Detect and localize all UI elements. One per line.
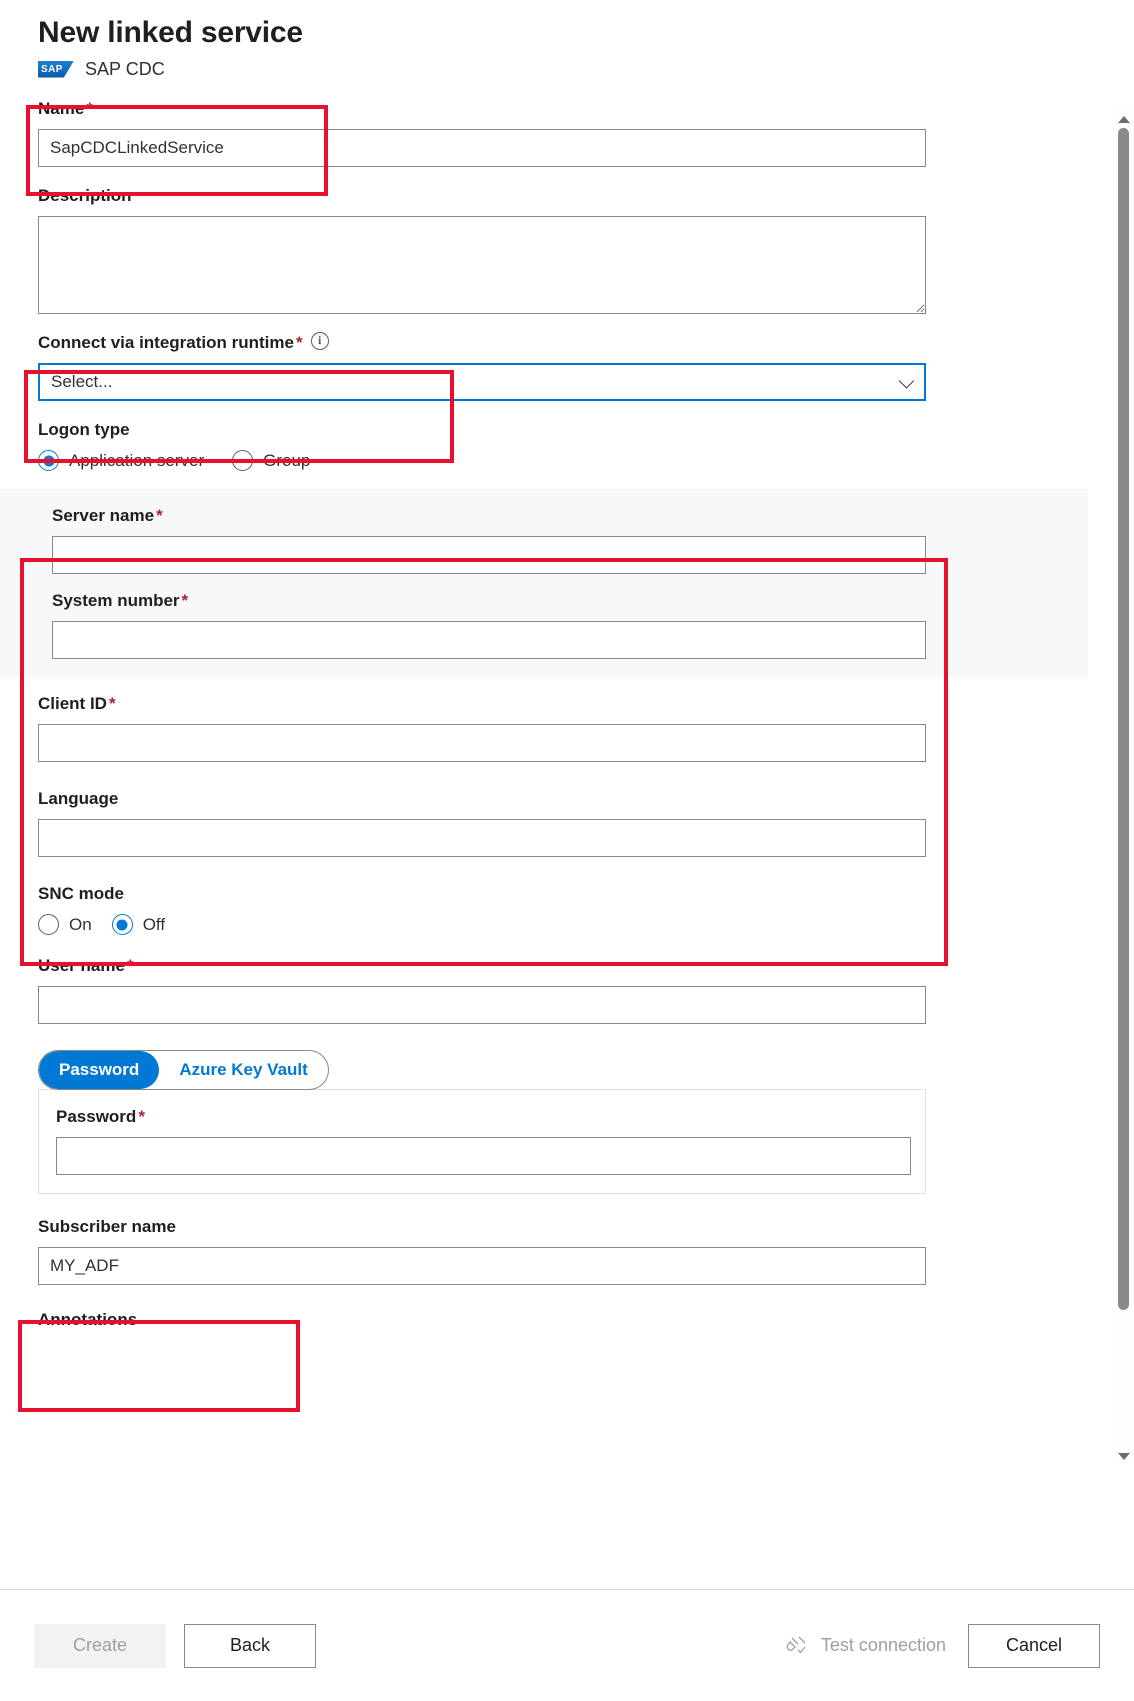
field-name: Name* bbox=[0, 98, 1088, 167]
create-button[interactable]: Create bbox=[34, 1624, 166, 1668]
tab-azure-key-vault[interactable]: Azure Key Vault bbox=[159, 1051, 328, 1089]
application-server-details: Server name* System number* bbox=[0, 489, 1088, 677]
new-linked-service-panel: New linked service SAP SAP CDC Name* Des… bbox=[0, 0, 1134, 1701]
test-connection-button[interactable]: Test connection bbox=[785, 1634, 946, 1658]
field-user-name: User name* bbox=[0, 955, 1088, 1024]
radio-icon-application-server bbox=[38, 450, 59, 471]
required-asterisk: * bbox=[296, 333, 303, 352]
radio-label-snc-off: Off bbox=[143, 915, 165, 935]
footer-primary-actions: Create Back bbox=[34, 1624, 316, 1668]
vertical-scrollbar[interactable] bbox=[1114, 110, 1134, 1465]
scrollbar-track[interactable] bbox=[1118, 128, 1129, 1447]
radio-label-group: Group bbox=[263, 451, 310, 471]
tab-password[interactable]: Password bbox=[39, 1051, 159, 1089]
password-label: Password* bbox=[56, 1106, 925, 1128]
connector-subtitle: SAP SAP CDC bbox=[38, 56, 1094, 82]
scroll-up-arrow-icon[interactable] bbox=[1114, 110, 1134, 128]
panel-header: New linked service SAP SAP CDC bbox=[0, 0, 1134, 82]
info-icon[interactable] bbox=[311, 332, 329, 350]
user-name-input[interactable] bbox=[38, 986, 926, 1024]
radio-icon-snc-off bbox=[112, 914, 133, 935]
field-logon-type: Logon type bbox=[0, 419, 1088, 441]
linked-service-form: Name* Description Connect via integratio… bbox=[0, 98, 1088, 1349]
integration-runtime-select[interactable]: Select... bbox=[38, 363, 926, 401]
snc-mode-radio-group: On Off bbox=[0, 914, 1088, 935]
field-integration-runtime: Connect via integration runtime* Select.… bbox=[0, 332, 1088, 401]
integration-runtime-select-wrap: Select... bbox=[38, 363, 926, 401]
server-name-label: Server name* bbox=[52, 505, 1088, 527]
credential-type-tabs: Password Azure Key Vault bbox=[38, 1050, 329, 1090]
field-server-name: Server name* bbox=[0, 505, 1088, 574]
logon-type-radio-group: Application server Group bbox=[0, 450, 1088, 471]
required-asterisk: * bbox=[109, 694, 116, 713]
scrollbar-thumb[interactable] bbox=[1118, 128, 1129, 1310]
client-id-input[interactable] bbox=[38, 724, 926, 762]
system-number-input[interactable] bbox=[52, 621, 926, 659]
panel-footer: Create Back Test connection Cancel bbox=[0, 1589, 1134, 1701]
system-number-label: System number* bbox=[52, 590, 1088, 612]
snc-mode-label: SNC mode bbox=[38, 883, 1088, 905]
required-asterisk: * bbox=[182, 591, 189, 610]
radio-label-snc-on: On bbox=[69, 915, 92, 935]
field-client-id: Client ID* bbox=[0, 693, 1088, 762]
scroll-down-arrow-icon[interactable] bbox=[1114, 1447, 1134, 1465]
logon-type-label: Logon type bbox=[38, 419, 1088, 441]
language-label: Language bbox=[38, 788, 1088, 810]
required-asterisk: * bbox=[138, 1107, 145, 1126]
description-label: Description bbox=[38, 185, 1088, 207]
field-snc-mode: SNC mode bbox=[0, 883, 1088, 905]
connector-name: SAP CDC bbox=[85, 59, 165, 80]
field-description: Description bbox=[0, 185, 1088, 314]
radio-icon-snc-on bbox=[38, 914, 59, 935]
radio-option-snc-off[interactable]: Off bbox=[112, 914, 165, 935]
form-scroll-region: Name* Description Connect via integratio… bbox=[0, 98, 1134, 1701]
description-textarea[interactable] bbox=[38, 216, 926, 314]
integration-runtime-value: Select... bbox=[51, 372, 112, 392]
annotations-label: Annotations bbox=[38, 1309, 1088, 1331]
radio-option-group[interactable]: Group bbox=[232, 450, 310, 471]
client-id-label: Client ID* bbox=[38, 693, 1088, 715]
user-name-label: User name* bbox=[38, 955, 1088, 977]
subscriber-name-label: Subscriber name bbox=[38, 1216, 1088, 1238]
password-input[interactable] bbox=[56, 1137, 911, 1175]
test-connection-label: Test connection bbox=[821, 1635, 946, 1656]
radio-option-application-server[interactable]: Application server bbox=[38, 450, 204, 471]
name-input[interactable] bbox=[38, 129, 926, 167]
field-annotations: Annotations bbox=[0, 1309, 1088, 1331]
radio-option-snc-on[interactable]: On bbox=[38, 914, 92, 935]
field-system-number: System number* bbox=[0, 590, 1088, 659]
required-asterisk: * bbox=[127, 956, 134, 975]
password-panel: Password* bbox=[38, 1089, 926, 1194]
field-language: Language bbox=[0, 788, 1088, 857]
field-subscriber-name: Subscriber name bbox=[0, 1216, 1088, 1285]
field-password: Password* bbox=[39, 1106, 925, 1175]
subscriber-name-input[interactable] bbox=[38, 1247, 926, 1285]
page-title: New linked service bbox=[38, 14, 1094, 52]
footer-secondary-actions: Test connection Cancel bbox=[785, 1624, 1100, 1668]
test-connection-icon bbox=[785, 1634, 809, 1658]
required-asterisk: * bbox=[156, 506, 163, 525]
name-label: Name* bbox=[38, 98, 1088, 120]
sap-logo-text: SAP bbox=[41, 63, 63, 76]
cancel-button[interactable]: Cancel bbox=[968, 1624, 1100, 1668]
radio-label-application-server: Application server bbox=[69, 451, 204, 471]
server-name-input[interactable] bbox=[52, 536, 926, 574]
integration-runtime-label: Connect via integration runtime* bbox=[38, 332, 1088, 354]
language-input[interactable] bbox=[38, 819, 926, 857]
sap-logo-icon: SAP bbox=[38, 61, 74, 78]
back-button[interactable]: Back bbox=[184, 1624, 316, 1668]
radio-icon-group bbox=[232, 450, 253, 471]
required-asterisk: * bbox=[86, 99, 93, 118]
